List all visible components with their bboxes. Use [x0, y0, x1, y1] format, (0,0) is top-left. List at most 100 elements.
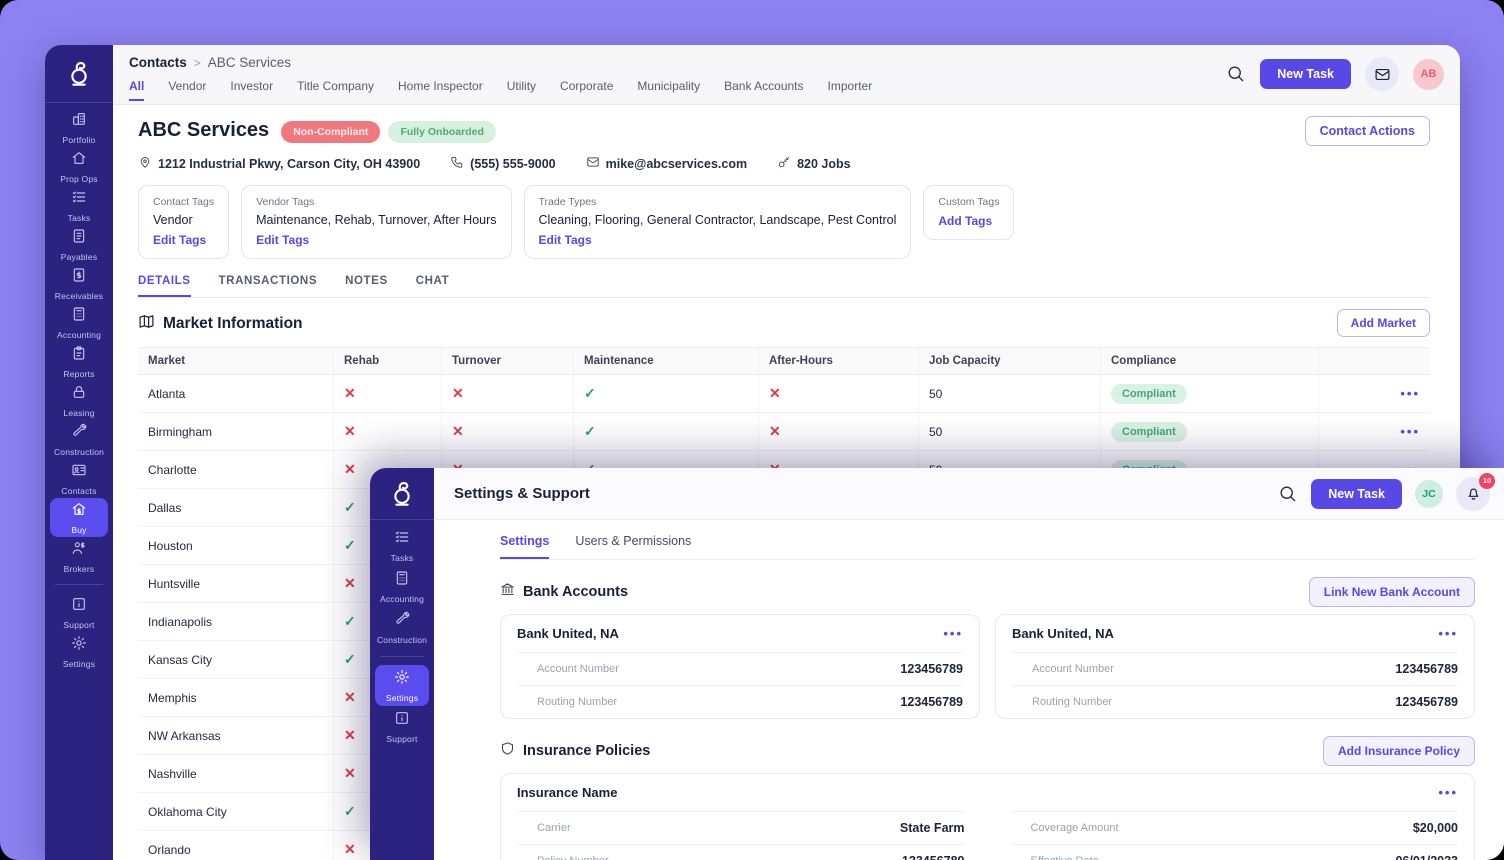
bank-section-header: Bank Accounts Link New Bank Account — [500, 582, 1475, 602]
contact-detail-tabs: DETAILS TRANSACTIONS NOTES CHAT — [138, 275, 1430, 298]
bank-account-card: Bank United, NA•••Account Number12345678… — [995, 614, 1475, 719]
sidebar-item-leasing[interactable]: Leasing — [50, 381, 108, 420]
sidebar-item-settings[interactable]: Settings — [50, 632, 108, 671]
sidebar-item-portfolio[interactable]: Portfolio — [50, 108, 108, 147]
sidebar-item-accounting[interactable]: Accounting — [375, 566, 429, 607]
tab-chat[interactable]: CHAT — [416, 275, 450, 297]
sidebar-item-buy[interactable]: Buy — [50, 498, 108, 537]
field-value: 123456789 — [1395, 662, 1458, 676]
cell-actions: ••• — [1319, 413, 1430, 450]
tab-bank-accounts[interactable]: Bank Accounts — [724, 79, 803, 101]
column-header-compliance: Compliance — [1101, 348, 1319, 374]
sidebar-item-label: Tasks — [391, 553, 414, 563]
more-options-icon[interactable]: ••• — [1400, 386, 1420, 401]
overlay-title: Settings & Support — [454, 485, 590, 502]
settings-content: Settings Users & Permissions Bank Account… — [434, 520, 1504, 860]
tasks-icon — [71, 189, 87, 210]
sidebar-item-support[interactable]: Support — [50, 593, 108, 632]
more-options-icon[interactable]: ••• — [1400, 424, 1420, 439]
edit-tags-link[interactable]: Edit Tags — [256, 233, 496, 247]
sidebar-item-accounting[interactable]: Accounting — [50, 303, 108, 342]
sidebar-item-construction[interactable]: Construction — [375, 607, 429, 648]
sidebar-item-settings[interactable]: Settings — [375, 665, 429, 706]
overlay-top-actions: New Task JC 10 — [1278, 477, 1490, 511]
breadcrumb-root[interactable]: Contacts — [129, 55, 187, 70]
status-badge-non-compliant: Non-Compliant — [281, 121, 380, 143]
sidebar-divider — [380, 656, 424, 657]
tab-notes[interactable]: NOTES — [345, 275, 388, 297]
new-task-button[interactable]: New Task — [1311, 479, 1402, 509]
add-insurance-policy-button[interactable]: Add Insurance Policy — [1323, 736, 1475, 766]
check-icon: ✓ — [344, 803, 356, 820]
mail-icon[interactable] — [1365, 57, 1399, 91]
tab-utility[interactable]: Utility — [507, 79, 536, 101]
tab-transactions[interactable]: TRANSACTIONS — [219, 275, 318, 297]
tab-home-inspector[interactable]: Home Inspector — [398, 79, 483, 101]
sidebar-item-reports[interactable]: Reports — [50, 342, 108, 381]
compliance-badge: Compliant — [1111, 384, 1187, 404]
tab-users-permissions[interactable]: Users & Permissions — [575, 534, 691, 559]
bank-section-title: Bank Accounts — [523, 584, 628, 600]
insurance-fields: CarrierState FarmPolicy Number123456789 … — [501, 811, 1474, 860]
id-card-icon — [71, 462, 87, 483]
check-icon: ✓ — [344, 651, 356, 668]
tag-card-title: Trade Types — [539, 196, 897, 208]
contact-title-row: ABC Services Non-CompliantFully Onboarde… — [138, 119, 1430, 142]
more-options-icon[interactable]: ••• — [943, 626, 963, 641]
insurance-name: Insurance Name — [517, 785, 617, 800]
sidebar-item-tasks[interactable]: Tasks — [50, 186, 108, 225]
contact-info-row: 1212 Industrial Pkwy, Carson City, OH 43… — [138, 155, 1430, 172]
sidebar-item-prop-ops[interactable]: Prop Ops — [50, 147, 108, 186]
sidebar-item-contacts[interactable]: Contacts — [50, 459, 108, 498]
tab-all[interactable]: All — [129, 79, 144, 101]
x-icon: ✕ — [452, 423, 464, 440]
tab-investor[interactable]: Investor — [230, 79, 273, 101]
market-section-header: Market Information Add Market — [138, 313, 1430, 335]
insurance-section-title: Insurance Policies — [523, 743, 650, 759]
tab-settings[interactable]: Settings — [500, 534, 549, 559]
sidebar-item-label: Construction — [377, 635, 427, 645]
link-new-bank-account-button[interactable]: Link New Bank Account — [1309, 577, 1475, 607]
app-logo goose-logo-icon[interactable] — [370, 468, 434, 520]
more-options-icon[interactable]: ••• — [1438, 785, 1458, 800]
column-header-market: Market — [138, 348, 334, 374]
overlay-sidebar-nav: Tasks Accounting Construction SettingsSuppo… — [370, 520, 434, 747]
search-icon[interactable] — [1226, 64, 1246, 84]
bank-card-header: Bank United, NA••• — [996, 615, 1474, 652]
sidebar-item-tasks[interactable]: Tasks — [375, 525, 429, 566]
tab-title-company[interactable]: Title Company — [297, 79, 374, 101]
contact-badges: Non-CompliantFully Onboarded — [281, 122, 504, 140]
sidebar-item-support[interactable]: Support — [375, 706, 429, 747]
tab-importer[interactable]: Importer — [828, 79, 873, 101]
avatar[interactable]: JC — [1415, 480, 1443, 508]
new-task-button[interactable]: New Task — [1260, 59, 1351, 89]
field-row-account-number: Account Number123456789 — [1012, 652, 1458, 685]
column-header-after-hours: After-Hours — [759, 348, 919, 374]
cell-market: NW Arkansas — [138, 717, 334, 754]
add-market-button[interactable]: Add Market — [1337, 309, 1430, 337]
tab-vendor[interactable]: Vendor — [168, 79, 206, 101]
search-icon[interactable] — [1278, 484, 1298, 504]
app-logo goose-logo-icon[interactable] — [45, 45, 113, 103]
sidebar-item-construction[interactable]: Construction — [50, 420, 108, 459]
tab-corporate[interactable]: Corporate — [560, 79, 613, 101]
main-top-actions: New Task AB — [1226, 57, 1444, 91]
edit-tags-link[interactable]: Edit Tags — [153, 233, 214, 247]
sidebar-item-receivables[interactable]: Receivables — [50, 264, 108, 303]
sidebar-item-payables[interactable]: Payables — [50, 225, 108, 264]
avatar[interactable]: AB — [1413, 59, 1444, 90]
tag-card-vendor-tags: Vendor TagsMaintenance, Rehab, Turnover,… — [241, 185, 511, 259]
cell-turnover: ✕ — [442, 413, 574, 450]
cell-compliance: Compliant — [1101, 375, 1319, 412]
edit-tags-link[interactable]: Edit Tags — [539, 233, 897, 247]
insurance-section-header: Insurance Policies Add Insurance Policy — [500, 741, 1475, 761]
bell-icon[interactable]: 10 — [1456, 477, 1490, 511]
tab-municipality[interactable]: Municipality — [637, 79, 700, 101]
contact-actions-button[interactable]: Contact Actions — [1305, 116, 1430, 146]
sidebar-item-brokers[interactable]: Brokers — [50, 537, 108, 576]
more-options-icon[interactable]: ••• — [1438, 626, 1458, 641]
contact-info-key: 820 Jobs — [777, 155, 851, 172]
cell-after-hours: ✕ — [759, 375, 919, 412]
tab-details[interactable]: DETAILS — [138, 275, 191, 297]
add-tags-link[interactable]: Add Tags — [938, 214, 999, 228]
